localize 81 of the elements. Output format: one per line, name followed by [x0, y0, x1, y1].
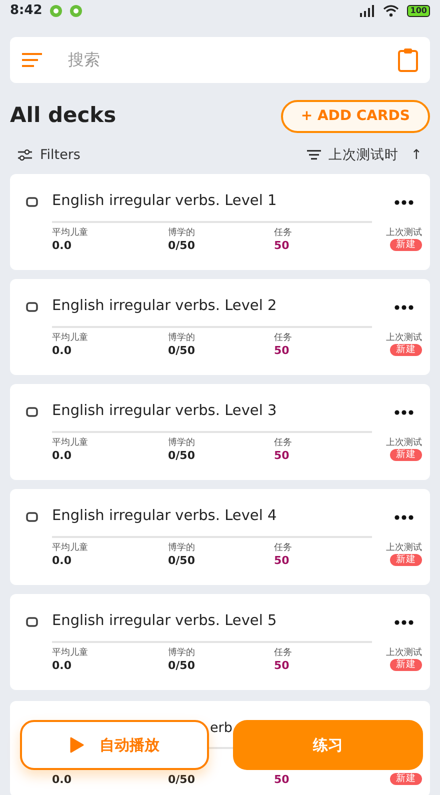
wifi-icon [383, 5, 400, 17]
more-options-icon[interactable] [394, 410, 414, 415]
stat-value: 50 [274, 554, 290, 568]
deck-title: English irregular verbs. Level 2 [52, 297, 277, 316]
stat-label: 平均儿童 [52, 229, 89, 239]
filters-link[interactable]: Filters [40, 145, 80, 166]
status-badge: 新建 [390, 344, 422, 356]
stat-value: 0.0 [52, 772, 72, 786]
stat-label: 任务 [274, 229, 293, 239]
deck-title: English irregular verbs. Level 3 [52, 402, 277, 422]
stat-label: 博学的 [168, 544, 196, 554]
status-badge: 新建 [390, 554, 422, 566]
stat-value: 0.0 [52, 448, 72, 462]
stat-value: 50 [274, 772, 290, 786]
stat-value: 0/50 [168, 772, 196, 786]
status-time: 8:42 [10, 2, 42, 20]
more-options-icon[interactable] [394, 620, 414, 625]
stat-label: 平均儿童 [52, 439, 89, 449]
app-notification-icon [50, 5, 62, 17]
stat-label: 博学的 [168, 439, 196, 449]
sort-direction-arrow[interactable]: ↑ [410, 145, 422, 166]
stat-value: 50 [274, 448, 290, 462]
stat-label: 平均儿童 [52, 544, 89, 554]
checkbox-icon[interactable] [26, 407, 38, 418]
stat-label: 博学的 [168, 334, 196, 344]
stat-label: 博学的 [168, 229, 196, 239]
battery-icon: 100 [407, 5, 430, 17]
checkbox-icon[interactable] [26, 197, 38, 208]
sort-icon[interactable] [306, 150, 321, 160]
stat-value: 0/50 [168, 238, 196, 252]
stat-label: 上次测试 [386, 334, 422, 344]
deck-card[interactable]: English irregular verbs. Level 2 平均儿童 0.0 博学的 0/50 任务 50 上次测试 新建 [10, 279, 430, 376]
stat-label: 任务 [274, 544, 293, 554]
deck-title: erb [209, 719, 232, 738]
checkbox-icon[interactable] [26, 617, 38, 628]
stat-value: 0/50 [168, 554, 196, 568]
more-options-icon[interactable] [394, 304, 414, 310]
stat-label: 上次测试 [386, 439, 422, 449]
status-badge: 新建 [390, 658, 422, 672]
more-options-icon[interactable] [394, 200, 414, 205]
stat-label: 博学的 [168, 649, 196, 659]
deck-title: English irregular verbs. Level 1 [52, 192, 277, 212]
deck-card[interactable]: English irregular verbs. Level 1 平均儿童 0.0 博学的 0/50 任务 50 上次测试 新建 [10, 174, 430, 270]
stat-value: 0/50 [168, 658, 196, 672]
stat-value: 0/50 [168, 344, 196, 358]
deck-card[interactable]: English irregular verbs. Level 5 平均儿童 0.0 博学的 0/50 任务 50 上次测试 新建 [10, 594, 430, 690]
checkbox-icon[interactable] [26, 512, 38, 522]
stat-label: 任务 [274, 334, 293, 344]
status-badge: 新建 [390, 448, 422, 462]
stat-label: 平均儿童 [52, 649, 89, 659]
stat-value: 50 [274, 238, 290, 252]
deck-title: English irregular verbs. Level 5 [52, 612, 277, 632]
deck-title: English irregular verbs. Level 4 [52, 507, 277, 526]
stat-value: 0.0 [52, 658, 72, 672]
stat-value: 0.0 [52, 238, 72, 252]
status-badge: 新建 [390, 772, 422, 785]
clipboard-icon[interactable] [398, 48, 418, 72]
stat-value: 50 [274, 344, 290, 358]
stat-label: 任务 [274, 439, 293, 449]
stat-value: 50 [274, 658, 290, 672]
page-title: All decks [10, 102, 116, 130]
more-options-icon[interactable] [394, 514, 414, 520]
stat-label: 上次测试 [386, 229, 422, 239]
stat-label: 平均儿童 [52, 334, 89, 344]
stat-value: 0/50 [168, 448, 196, 462]
menu-icon[interactable] [22, 53, 42, 67]
search-bar[interactable]: 搜索 [10, 37, 430, 83]
stat-label: 上次测试 [386, 544, 422, 554]
app-notification-icon [70, 5, 82, 17]
deck-card[interactable]: English irregular verbs. Level 4 平均儿童 0.0 博学的 0/50 任务 50 上次测试 新建 [10, 489, 430, 586]
sort-option[interactable]: 上次测试时 [328, 145, 399, 166]
play-icon [70, 737, 84, 753]
signal-icon [359, 5, 376, 17]
stat-label: 上次测试 [386, 649, 422, 659]
stat-label: 任务 [274, 649, 293, 659]
status-badge: 新建 [390, 238, 422, 252]
stat-value: 0.0 [52, 554, 72, 568]
stat-value: 0.0 [52, 344, 72, 358]
deck-card[interactable]: English irregular verbs. Level 3 平均儿童 0.0 博学的 0/50 任务 50 上次测试 新建 [10, 384, 430, 480]
checkbox-icon[interactable] [26, 302, 38, 312]
filter-icon[interactable] [18, 149, 32, 162]
